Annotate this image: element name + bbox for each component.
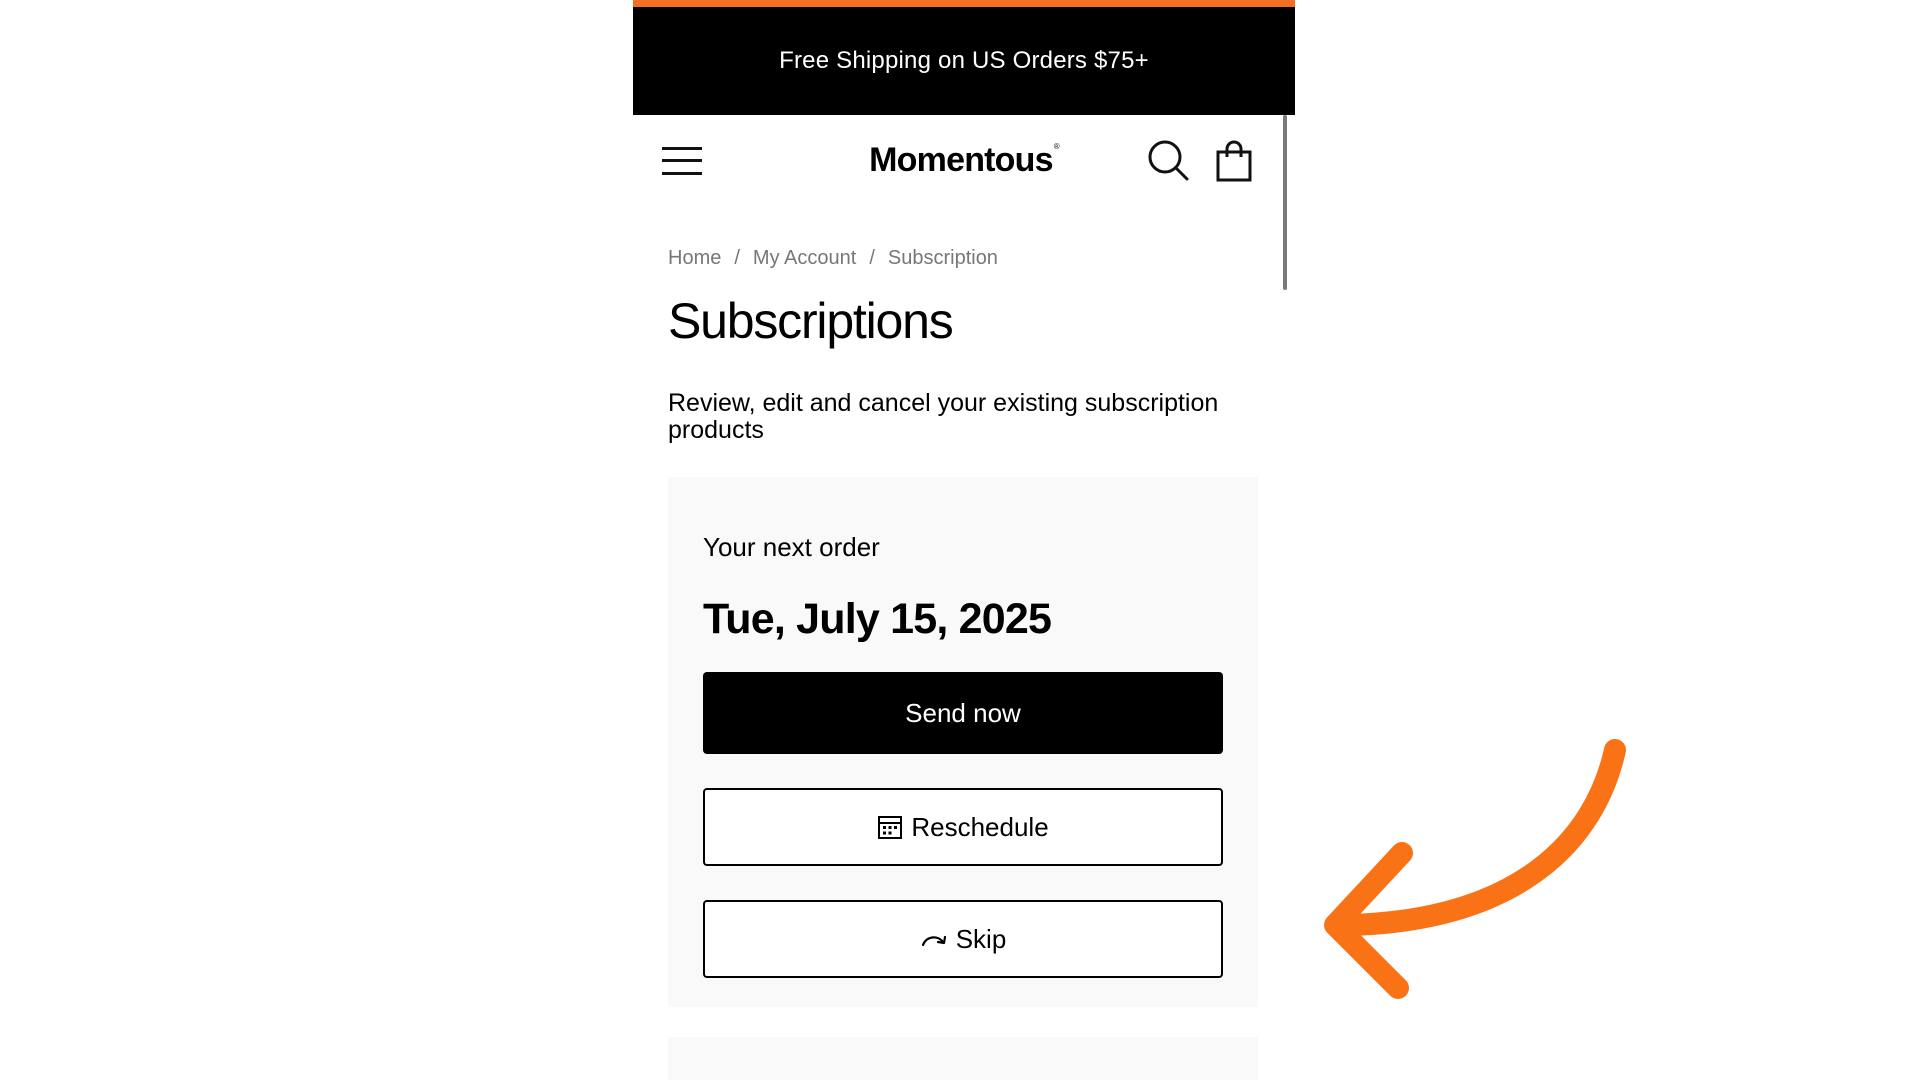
promo-text: Free Shipping on US Orders $75+ [779, 47, 1149, 74]
breadcrumb-separator: / [734, 247, 740, 269]
promo-banner: Free Shipping on US Orders $75+ [633, 7, 1295, 115]
breadcrumb-separator: / [869, 247, 875, 269]
send-now-label: Send now [905, 697, 1021, 728]
next-order-label: Your next order [703, 532, 880, 562]
brand-logo[interactable]: Momentous® [633, 141, 1295, 180]
breadcrumb-subscription: Subscription [887, 247, 998, 269]
mobile-viewport: Free Shipping on US Orders $75+ Momentou… [633, 0, 1295, 1080]
next-order-date: Tue, July 15, 2025 [703, 595, 1052, 643]
send-now-button[interactable]: Send now [703, 672, 1223, 754]
accent-top-bar [633, 0, 1295, 7]
logo-text: Momentous [869, 141, 1053, 179]
shopping-bag-icon[interactable] [1216, 140, 1252, 182]
screenshot-stage: Free Shipping on US Orders $75+ Momentou… [0, 0, 1920, 1080]
breadcrumb-home[interactable]: Home [668, 247, 721, 269]
page-title: Subscriptions [668, 293, 954, 349]
next-order-card: Your next order Tue, July 15, 2025 Send … [668, 477, 1258, 1007]
calendar-icon [878, 816, 903, 839]
skip-arrow-icon [921, 935, 946, 947]
skip-button[interactable]: Skip [703, 900, 1223, 978]
reschedule-label: Reschedule [911, 811, 1049, 842]
subscription-card-partial [668, 1037, 1258, 1080]
breadcrumb-my-account[interactable]: My Account [753, 247, 856, 269]
logo-registered-mark: ® [1053, 142, 1060, 151]
reschedule-button[interactable]: Reschedule [703, 788, 1223, 866]
curved-arrow-icon [1324, 739, 1626, 999]
breadcrumb: Home / My Account / Subscription [668, 247, 998, 270]
page-description: Review, edit and cancel your existing su… [668, 389, 1219, 444]
search-icon[interactable] [1147, 139, 1189, 181]
skip-label: Skip [955, 923, 1007, 954]
site-header: Momentous® [633, 115, 1295, 210]
